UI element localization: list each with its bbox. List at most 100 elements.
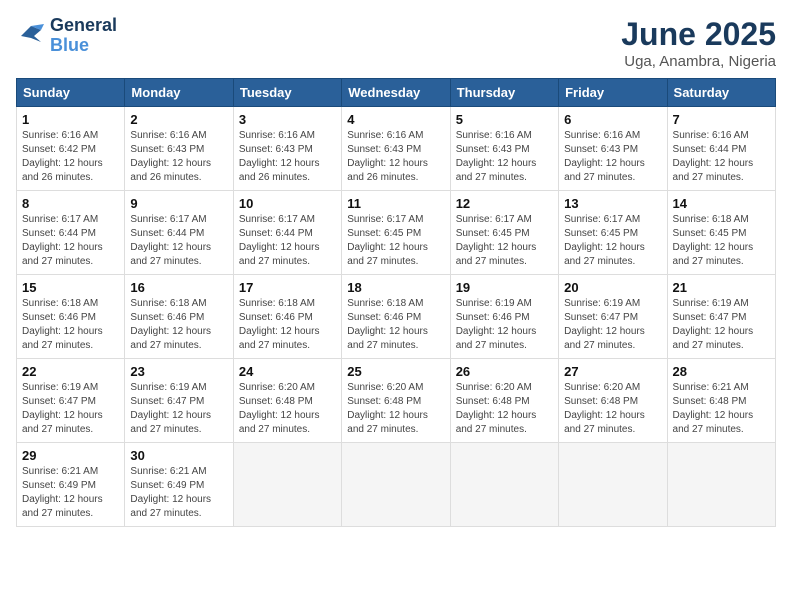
day-info: Sunrise: 6:16 AMSunset: 6:43 PMDaylight:… [130,129,227,185]
day-number: 29 [22,448,119,463]
day-info: Sunrise: 6:17 AMSunset: 6:44 PMDaylight:… [130,213,227,269]
calendar-cell: 5 Sunrise: 6:16 AMSunset: 6:43 PMDaylight… [450,107,558,191]
calendar-cell: 7 Sunrise: 6:16 AMSunset: 6:44 PMDaylight… [667,107,775,191]
day-info: Sunrise: 6:19 AMSunset: 6:47 PMDaylight:… [673,297,770,353]
calendar-cell: 23 Sunrise: 6:19 AMSunset: 6:47 PMDayligh… [125,359,233,443]
day-number: 20 [564,280,661,295]
day-number: 21 [673,280,770,295]
day-info: Sunrise: 6:20 AMSunset: 6:48 PMDaylight:… [456,381,553,437]
calendar-cell: 21 Sunrise: 6:19 AMSunset: 6:47 PMDayligh… [667,275,775,359]
day-number: 25 [347,364,444,379]
day-number: 19 [456,280,553,295]
day-info: Sunrise: 6:17 AMSunset: 6:44 PMDaylight:… [239,213,336,269]
day-info: Sunrise: 6:20 AMSunset: 6:48 PMDaylight:… [347,381,444,437]
day-number: 10 [239,196,336,211]
day-info: Sunrise: 6:17 AMSunset: 6:45 PMDaylight:… [564,213,661,269]
day-info: Sunrise: 6:21 AMSunset: 6:48 PMDaylight:… [673,381,770,437]
day-info: Sunrise: 6:18 AMSunset: 6:46 PMDaylight:… [347,297,444,353]
page-title: June 2025 [621,16,776,53]
calendar-cell: 9 Sunrise: 6:17 AMSunset: 6:44 PMDaylight… [125,191,233,275]
day-info: Sunrise: 6:17 AMSunset: 6:45 PMDaylight:… [456,213,553,269]
calendar-cell [342,443,450,527]
day-number: 22 [22,364,119,379]
day-number: 9 [130,196,227,211]
day-number: 11 [347,196,444,211]
day-number: 24 [239,364,336,379]
day-info: Sunrise: 6:19 AMSunset: 6:46 PMDaylight:… [456,297,553,353]
day-number: 23 [130,364,227,379]
calendar-cell: 12 Sunrise: 6:17 AMSunset: 6:45 PMDayligh… [450,191,558,275]
calendar-cell: 8 Sunrise: 6:17 AMSunset: 6:44 PMDaylight… [17,191,125,275]
calendar-cell: 26 Sunrise: 6:20 AMSunset: 6:48 PMDayligh… [450,359,558,443]
day-number: 12 [456,196,553,211]
calendar-cell: 15 Sunrise: 6:18 AMSunset: 6:46 PMDayligh… [17,275,125,359]
day-number: 28 [673,364,770,379]
calendar-header-saturday: Saturday [667,79,775,107]
day-info: Sunrise: 6:19 AMSunset: 6:47 PMDaylight:… [130,381,227,437]
calendar-header-wednesday: Wednesday [342,79,450,107]
day-info: Sunrise: 6:17 AMSunset: 6:44 PMDaylight:… [22,213,119,269]
logo: General Blue [16,16,117,56]
day-number: 16 [130,280,227,295]
day-info: Sunrise: 6:18 AMSunset: 6:46 PMDaylight:… [22,297,119,353]
calendar-cell: 30Sunrise: 6:21 AMSunset: 6:49 PMDayligh… [125,443,233,527]
day-info: Sunrise: 6:16 AMSunset: 6:43 PMDaylight:… [456,129,553,185]
calendar-header-monday: Monday [125,79,233,107]
calendar-cell: 2 Sunrise: 6:16 AMSunset: 6:43 PMDaylight… [125,107,233,191]
day-number: 13 [564,196,661,211]
calendar-cell: 17 Sunrise: 6:18 AMSunset: 6:46 PMDayligh… [233,275,341,359]
calendar-header-row: SundayMondayTuesdayWednesdayThursdayFrid… [17,79,776,107]
day-number: 3 [239,112,336,127]
calendar-cell [667,443,775,527]
day-info: Sunrise: 6:17 AMSunset: 6:45 PMDaylight:… [347,213,444,269]
calendar-cell: 1 Sunrise: 6:16 AMSunset: 6:42 PMDaylight… [17,107,125,191]
calendar-cell: 18Sunrise: 6:18 AMSunset: 6:46 PMDayligh… [342,275,450,359]
day-number: 7 [673,112,770,127]
calendar-cell: 19 Sunrise: 6:19 AMSunset: 6:46 PMDayligh… [450,275,558,359]
day-info: Sunrise: 6:21 AMSunset: 6:49 PMDaylight:… [22,465,119,521]
day-info: Sunrise: 6:20 AMSunset: 6:48 PMDaylight:… [239,381,336,437]
calendar-cell: 25 Sunrise: 6:20 AMSunset: 6:48 PMDayligh… [342,359,450,443]
day-info: Sunrise: 6:16 AMSunset: 6:44 PMDaylight:… [673,129,770,185]
day-info: Sunrise: 6:20 AMSunset: 6:48 PMDaylight:… [564,381,661,437]
calendar-cell: 27 Sunrise: 6:20 AMSunset: 6:48 PMDayligh… [559,359,667,443]
week-row-4: 22 Sunrise: 6:19 AMSunset: 6:47 PMDayligh… [17,359,776,443]
calendar-cell: 14 Sunrise: 6:18 AMSunset: 6:45 PMDayligh… [667,191,775,275]
day-number: 4 [347,112,444,127]
header: General Blue June 2025 Uga, Anambra, Nig… [16,16,776,70]
calendar-header-thursday: Thursday [450,79,558,107]
week-row-3: 15 Sunrise: 6:18 AMSunset: 6:46 PMDayligh… [17,275,776,359]
day-number: 2 [130,112,227,127]
calendar-cell: 29 Sunrise: 6:21 AMSunset: 6:49 PMDayligh… [17,443,125,527]
day-info: Sunrise: 6:16 AMSunset: 6:42 PMDaylight:… [22,129,119,185]
calendar-header-tuesday: Tuesday [233,79,341,107]
day-number: 26 [456,364,553,379]
calendar-cell: 11 Sunrise: 6:17 AMSunset: 6:45 PMDayligh… [342,191,450,275]
day-info: Sunrise: 6:19 AMSunset: 6:47 PMDaylight:… [564,297,661,353]
day-number: 30 [130,448,227,463]
day-number: 1 [22,112,119,127]
day-number: 8 [22,196,119,211]
day-number: 15 [22,280,119,295]
week-row-1: 1 Sunrise: 6:16 AMSunset: 6:42 PMDaylight… [17,107,776,191]
calendar-cell: 16Sunrise: 6:18 AMSunset: 6:46 PMDayligh… [125,275,233,359]
day-number: 6 [564,112,661,127]
day-number: 17 [239,280,336,295]
logo-icon [16,22,46,50]
day-number: 5 [456,112,553,127]
day-info: Sunrise: 6:18 AMSunset: 6:45 PMDaylight:… [673,213,770,269]
week-row-5: 29 Sunrise: 6:21 AMSunset: 6:49 PMDayligh… [17,443,776,527]
page-subtitle: Uga, Anambra, Nigeria [621,53,776,70]
calendar-cell: 3 Sunrise: 6:16 AMSunset: 6:43 PMDaylight… [233,107,341,191]
day-number: 14 [673,196,770,211]
week-row-2: 8 Sunrise: 6:17 AMSunset: 6:44 PMDaylight… [17,191,776,275]
calendar-header-sunday: Sunday [17,79,125,107]
calendar-cell: 13 Sunrise: 6:17 AMSunset: 6:45 PMDayligh… [559,191,667,275]
day-info: Sunrise: 6:18 AMSunset: 6:46 PMDaylight:… [239,297,336,353]
day-info: Sunrise: 6:19 AMSunset: 6:47 PMDaylight:… [22,381,119,437]
calendar-cell: 20 Sunrise: 6:19 AMSunset: 6:47 PMDayligh… [559,275,667,359]
day-info: Sunrise: 6:16 AMSunset: 6:43 PMDaylight:… [239,129,336,185]
day-number: 27 [564,364,661,379]
calendar-table: SundayMondayTuesdayWednesdayThursdayFrid… [16,78,776,527]
title-area: June 2025 Uga, Anambra, Nigeria [621,16,776,70]
